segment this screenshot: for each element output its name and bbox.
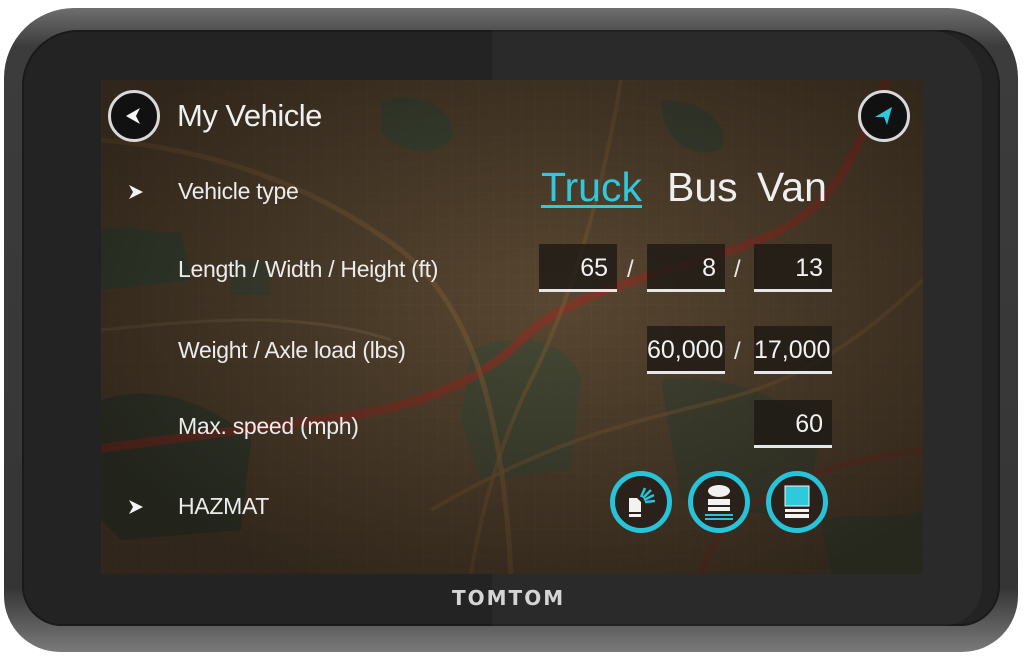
hazmat-water-pollutant-button[interactable] xyxy=(688,471,750,533)
length-field[interactable]: 65 xyxy=(539,244,617,292)
vehicle-type-label: Vehicle type xyxy=(178,178,299,204)
back-arrow-icon xyxy=(126,108,140,124)
dimensions-label: Length / Width / Height (ft) xyxy=(178,256,439,282)
max-speed-label: Max. speed (mph) xyxy=(178,413,359,439)
hazmat-water-pollutant-icon xyxy=(705,485,733,520)
brand-logo: TOMTOM xyxy=(452,586,566,610)
weight-separator: / xyxy=(734,338,741,365)
chevron-right-icon[interactable] xyxy=(127,183,145,201)
hazmat-label: HAZMAT xyxy=(178,493,270,519)
hazmat-explosive-icon xyxy=(629,487,656,517)
width-field[interactable]: 8 xyxy=(647,244,725,292)
hazmat-general-cargo-button[interactable] xyxy=(766,471,828,533)
dimension-separator: / xyxy=(734,256,741,283)
max-speed-field[interactable]: 60 xyxy=(754,400,832,448)
back-button[interactable] xyxy=(108,90,160,142)
hazmat-explosive-button[interactable] xyxy=(610,471,672,533)
axle-load-field[interactable]: 17,000 xyxy=(754,326,832,374)
vehicle-type-bus[interactable]: Bus xyxy=(667,164,738,211)
height-field[interactable]: 13 xyxy=(754,244,832,292)
hazmat-general-cargo-icon xyxy=(784,485,810,518)
navigation-button[interactable] xyxy=(858,90,910,142)
page-title: My Vehicle xyxy=(177,98,322,133)
vehicle-type-truck[interactable]: Truck xyxy=(541,164,642,211)
navigation-arrow-icon xyxy=(875,107,892,125)
device-screen: My Vehicle Vehicle type Truck Bus Van Le… xyxy=(101,80,923,574)
weight-label: Weight / Axle load (lbs) xyxy=(178,337,406,363)
chevron-right-icon[interactable] xyxy=(127,498,145,516)
vehicle-type-van[interactable]: Van xyxy=(757,164,827,211)
weight-field[interactable]: 60,000 xyxy=(647,326,725,374)
dimension-separator: / xyxy=(627,256,634,283)
